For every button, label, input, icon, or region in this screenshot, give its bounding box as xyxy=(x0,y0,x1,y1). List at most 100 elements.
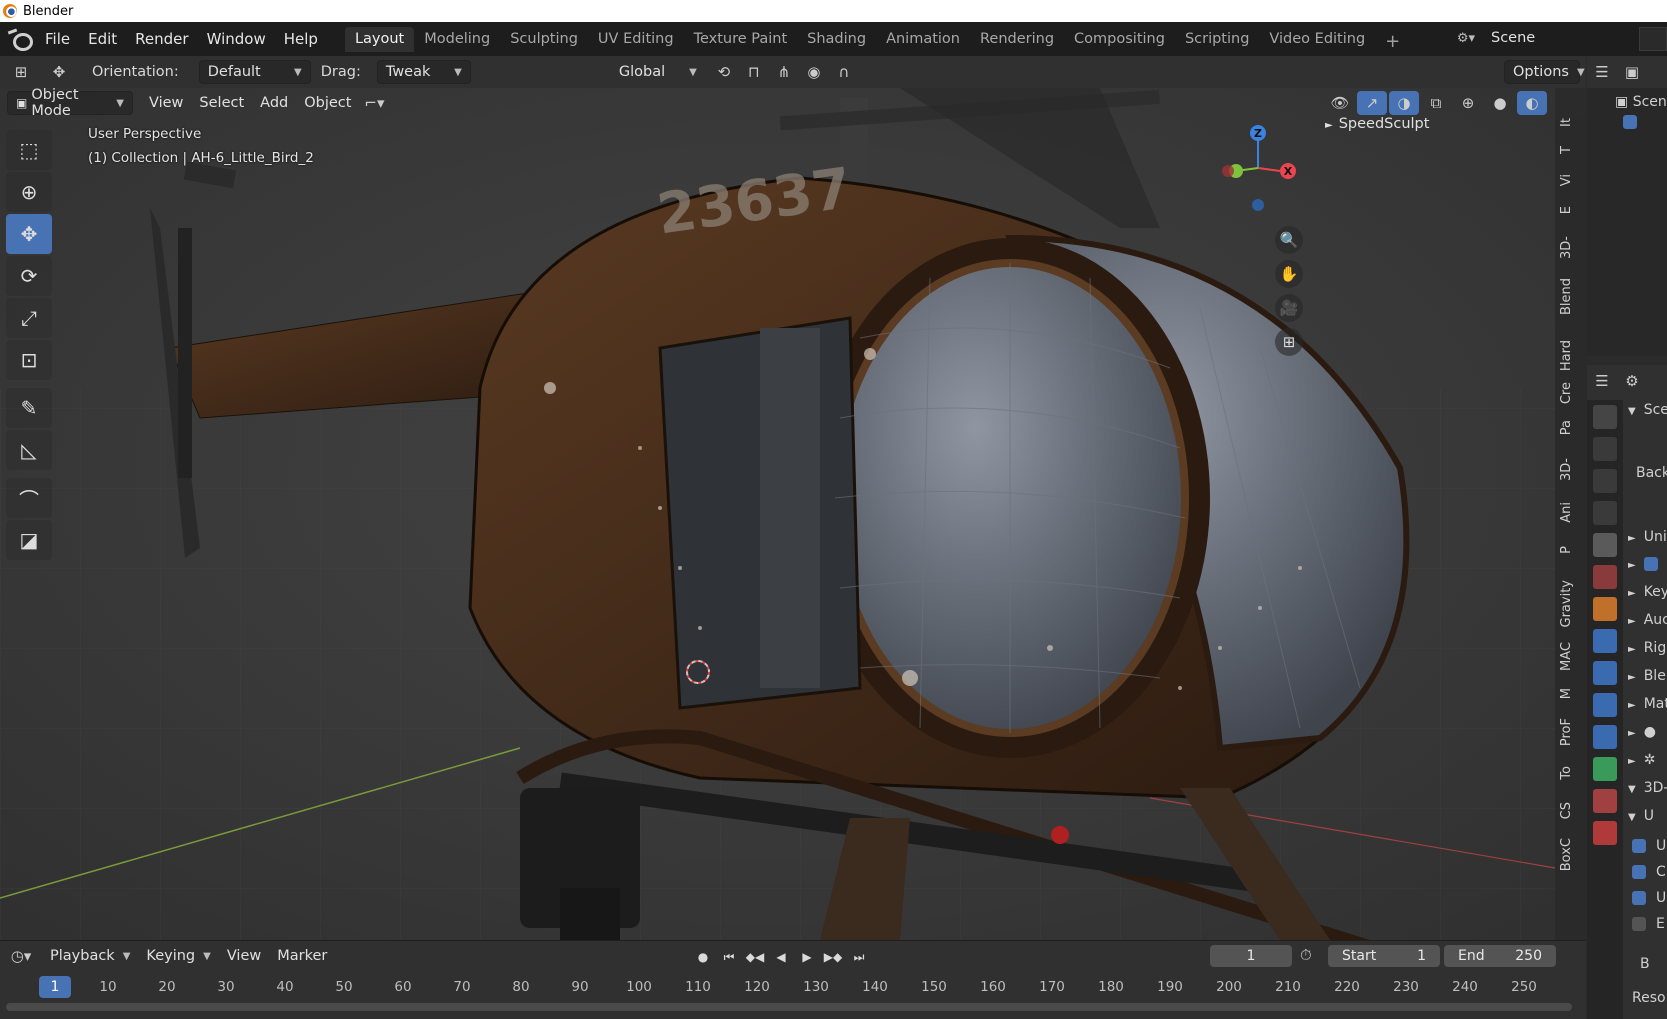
tab-scripting[interactable]: Scripting xyxy=(1175,27,1259,52)
tab-compositing[interactable]: Compositing xyxy=(1064,27,1175,52)
constraint-properties-icon[interactable] xyxy=(1593,725,1617,749)
gizmo-toggle-icon[interactable]: ↗ xyxy=(1357,91,1387,115)
record-icon[interactable]: ● xyxy=(692,947,714,967)
world-properties-icon[interactable] xyxy=(1593,565,1617,589)
property-checkbox-row[interactable]: U xyxy=(1632,890,1666,906)
menu-help[interactable]: Help xyxy=(275,30,327,48)
playhead-frame[interactable]: 1 xyxy=(39,976,71,998)
options-dropdown[interactable]: Options ▼ xyxy=(1504,60,1585,84)
outliner-collection-row[interactable] xyxy=(1587,110,1667,130)
box-tool-icon[interactable]: ◪ xyxy=(6,520,52,560)
property-row[interactable]: ► ● xyxy=(1628,724,1656,740)
measure-tool-icon[interactable]: ◺ xyxy=(6,430,52,470)
timeline-marker-menu[interactable]: Marker xyxy=(269,948,335,964)
physics-properties-icon[interactable] xyxy=(1593,693,1617,717)
modifier-properties-icon[interactable] xyxy=(1593,629,1617,653)
property-bottom-row[interactable]: B xyxy=(1640,956,1650,972)
timeline-editor-icon[interactable]: ◷▾ xyxy=(6,944,36,968)
particle-properties-icon[interactable] xyxy=(1593,661,1617,685)
tab-texture-paint[interactable]: Texture Paint xyxy=(684,27,798,52)
cursor-tool-icon[interactable]: ⊕ xyxy=(6,172,52,212)
sidebar-tab[interactable]: M xyxy=(1559,688,1583,699)
3d-viewport[interactable]: 23637 ▣ Object Mode ▼ View Select Add Ob… xyxy=(0,88,1555,940)
sidebar-tab[interactable]: MAC xyxy=(1559,642,1583,671)
material-shading-icon[interactable]: ◐ xyxy=(1517,91,1547,115)
end-frame-field[interactable]: End 250 xyxy=(1444,945,1556,967)
property-row[interactable]: ► Mat xyxy=(1628,696,1667,712)
property-bottom-row[interactable]: Reso xyxy=(1632,990,1666,1006)
sidebar-tab[interactable]: ProF xyxy=(1559,718,1583,746)
rotate-tool-icon[interactable]: ⟳ xyxy=(6,256,52,296)
tab-modeling[interactable]: Modeling xyxy=(414,27,500,52)
start-frame-field[interactable]: Start 1 xyxy=(1328,945,1440,967)
play-reverse-icon[interactable]: ◀ xyxy=(770,947,792,967)
transform-affect-icon[interactable]: ⌐▾ xyxy=(359,91,389,115)
menu-select[interactable]: Select xyxy=(191,95,252,111)
menu-view[interactable]: View xyxy=(141,95,191,111)
camera-icon[interactable]: 🎥 xyxy=(1275,294,1303,322)
play-icon[interactable]: ▶ xyxy=(796,947,818,967)
orientation-dropdown[interactable]: Default ▼ xyxy=(198,60,311,84)
property-row[interactable]: Backg xyxy=(1628,465,1667,481)
outliner-scene-row[interactable]: ▣ Scen xyxy=(1587,88,1667,110)
display-mode-icon[interactable]: ▣ xyxy=(1617,60,1647,84)
menu-object[interactable]: Object xyxy=(296,95,359,111)
menu-edit[interactable]: Edit xyxy=(79,30,126,48)
property-row[interactable]: ► Auc xyxy=(1628,612,1667,628)
sidebar-tab[interactable]: Gravity xyxy=(1559,580,1583,627)
move-tool-button[interactable]: ✥ xyxy=(6,214,52,254)
speedsculpt-panel[interactable]: ► SpeedSculpt xyxy=(1325,116,1429,132)
falloff-icon[interactable]: ∩ xyxy=(829,60,859,84)
property-row[interactable]: ► Key xyxy=(1628,584,1667,600)
property-checkbox[interactable] xyxy=(1632,839,1646,853)
property-checkbox-row[interactable]: E xyxy=(1632,916,1665,932)
jump-start-icon[interactable]: ⏮ xyxy=(718,947,740,967)
editor-type-icon[interactable]: ⊞ xyxy=(6,60,36,84)
add-workspace-button[interactable]: + xyxy=(1375,31,1410,52)
property-checkbox[interactable] xyxy=(1632,891,1646,905)
collection-checkbox[interactable] xyxy=(1623,115,1637,129)
properties-editor-icon[interactable]: ☰ xyxy=(1587,369,1617,393)
menu-window[interactable]: Window xyxy=(198,30,275,48)
tool-properties-icon[interactable] xyxy=(1593,405,1617,429)
scene-name-field[interactable]: Scene xyxy=(1485,27,1635,51)
sidebar-tab[interactable]: Blend xyxy=(1559,278,1583,315)
drag-dropdown[interactable]: Tweak ▼ xyxy=(376,60,471,84)
sidebar-tab[interactable]: CS xyxy=(1559,802,1583,819)
tab-shading[interactable]: Shading xyxy=(797,27,876,52)
render-properties-icon[interactable] xyxy=(1593,437,1617,461)
row-checkbox[interactable] xyxy=(1643,557,1658,571)
tab-rendering[interactable]: Rendering xyxy=(970,27,1064,52)
sidebar-tab[interactable]: Vi xyxy=(1559,174,1583,186)
timeline-scrollbar[interactable] xyxy=(6,1003,1572,1011)
prev-keyframe-icon[interactable]: ◆◀ xyxy=(744,947,766,967)
overlay-toggle-icon[interactable]: ◑ xyxy=(1389,91,1419,115)
pivot-point-icon[interactable]: ⟲ xyxy=(709,60,739,84)
object-properties-icon[interactable] xyxy=(1593,597,1617,621)
snap-target-icon[interactable]: ⋔ xyxy=(769,60,799,84)
move-tool-icon[interactable]: ✥ xyxy=(44,60,74,84)
navigation-gizmo[interactable]: Z X xyxy=(1218,123,1308,223)
tab-uv-editing[interactable]: UV Editing xyxy=(588,27,684,52)
texture-properties-icon[interactable] xyxy=(1593,821,1617,845)
property-checkbox-row[interactable]: U xyxy=(1632,838,1666,854)
xray-icon[interactable]: ⧉ xyxy=(1421,91,1451,115)
outliner-editor-icon[interactable]: ☰ xyxy=(1587,60,1617,84)
property-row[interactable]: ► Uni xyxy=(1628,529,1667,545)
annotate-tool-icon[interactable]: ✎ xyxy=(6,388,52,428)
tab-sculpting[interactable]: Sculpting xyxy=(500,27,588,52)
sidebar-tab[interactable]: It xyxy=(1559,118,1583,127)
sidebar-tab[interactable]: Hard xyxy=(1559,340,1583,371)
keying-dropdown[interactable]: Keying ▼ xyxy=(138,944,218,968)
preview-range-icon[interactable]: ⏱ xyxy=(1300,946,1312,964)
timeline-view-menu[interactable]: View xyxy=(219,948,269,964)
properties-pin-icon[interactable]: ⚙ xyxy=(1617,369,1647,393)
property-row[interactable]: ► Blei xyxy=(1628,668,1667,684)
material-properties-icon[interactable] xyxy=(1593,789,1617,813)
pan-hand-icon[interactable]: ✋ xyxy=(1275,260,1303,288)
tab-layout[interactable]: Layout xyxy=(344,27,415,52)
ortho-grid-icon[interactable]: ⊞ xyxy=(1275,328,1303,356)
transform-tool-icon[interactable]: ⊡ xyxy=(6,340,52,380)
menu-render[interactable]: Render xyxy=(126,30,197,48)
axis-gizmo[interactable]: Z X xyxy=(1218,123,1308,223)
